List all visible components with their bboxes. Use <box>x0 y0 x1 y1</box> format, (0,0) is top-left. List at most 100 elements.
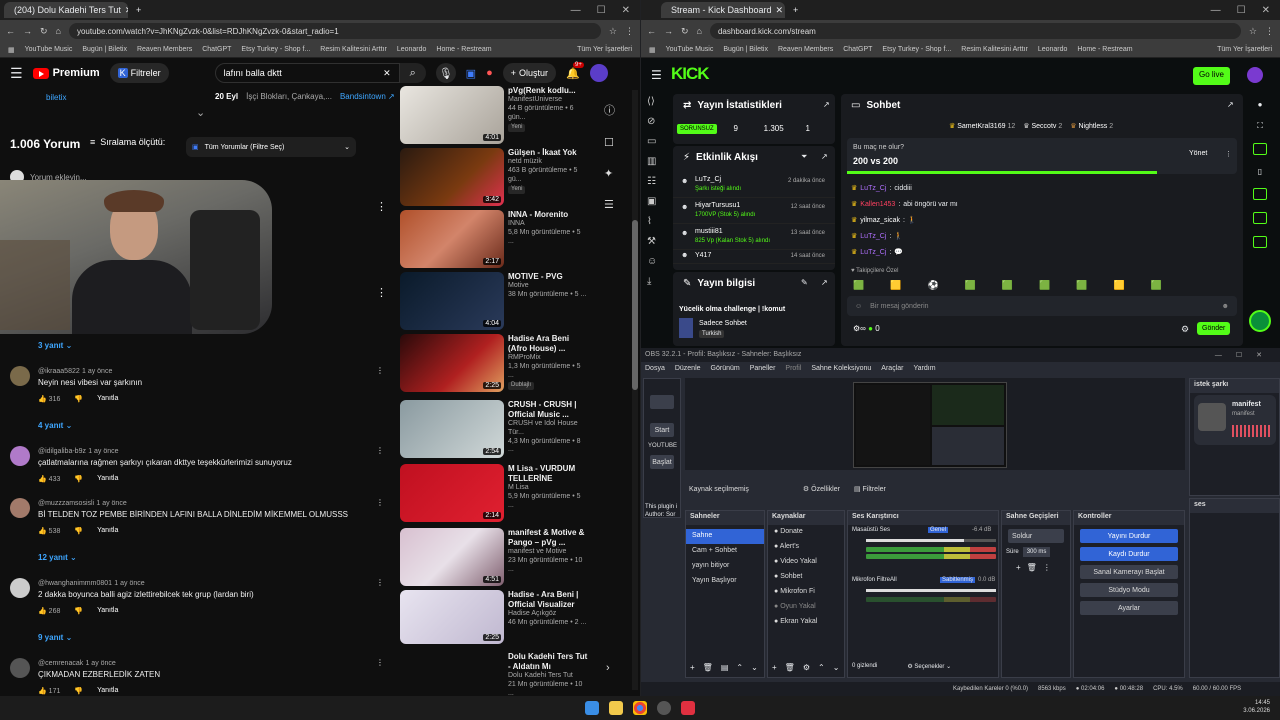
video-thumbnail[interactable]: 4:01 <box>400 86 504 144</box>
add-icon[interactable]: + <box>690 663 695 672</box>
bookmark[interactable]: ChatGPT <box>202 46 231 53</box>
more-options-icon[interactable]: ⋮ <box>376 578 384 587</box>
video-item[interactable]: 3:42 Gülşen - İkaat Yok netd müzik 463 B g… <box>400 148 596 208</box>
app-icon[interactable] <box>681 701 695 715</box>
hamburger-menu-icon[interactable]: ☰ <box>10 65 23 82</box>
video-title[interactable]: INNA - Morenito <box>508 210 588 220</box>
menu-item[interactable]: Profil <box>785 365 801 373</box>
down-icon[interactable]: ⌄ <box>751 663 758 672</box>
scrollbar-thumb[interactable] <box>632 220 638 390</box>
up-icon[interactable]: ⌃ <box>736 663 743 672</box>
video-channel[interactable]: INNA <box>508 220 588 229</box>
settings-button[interactable]: Ayarlar <box>1080 601 1178 615</box>
bookmark[interactable]: Leonardo <box>1038 46 1068 53</box>
video-item[interactable]: 2:25 Hadise Ara Beni (Afro House) ... RMP… <box>400 334 596 394</box>
comment-author[interactable]: @ikraaa5822 <box>38 368 80 375</box>
video-channel[interactable]: Dolu Kadehi Ters Tut <box>508 672 588 681</box>
search-button[interactable]: ⌕ <box>399 63 426 83</box>
close-window-icon[interactable]: ✕ <box>1262 5 1270 16</box>
video-channel[interactable]: Hadise Açıkgöz <box>508 610 588 619</box>
media-icon[interactable]: ▣ <box>647 196 657 207</box>
close-window-icon[interactable]: ✕ <box>622 5 630 16</box>
popout-icon[interactable]: ↗ <box>823 100 830 109</box>
menu-item[interactable]: Düzenle <box>675 365 701 373</box>
all-bookmarks[interactable]: Tüm Yer İşaretleri <box>577 46 632 53</box>
maximize-icon[interactable]: ☐ <box>1237 5 1246 16</box>
bookmark[interactable]: YouTube Music <box>666 46 714 53</box>
video-item[interactable]: 4:01 pVg(Renk kodlu... ManifestUniverse 44… <box>400 86 596 146</box>
source-item[interactable]: ● Donate <box>768 525 844 540</box>
bookmark[interactable]: Reaven Members <box>778 46 833 53</box>
video-channel[interactable]: M Lisa <box>508 484 588 493</box>
link-icon[interactable]: ⊘ <box>647 116 657 127</box>
plugin-field[interactable] <box>650 395 674 409</box>
panel-icon[interactable]: ▭ <box>647 136 657 147</box>
popout-icon[interactable]: ↗ <box>821 152 828 161</box>
more-options-icon[interactable]: ⋮ <box>376 366 384 375</box>
more-options-icon[interactable]: ⋮ <box>1043 563 1051 572</box>
video-item[interactable]: 2:25 Hadise - Ara Beni | Official Visual… <box>400 590 596 650</box>
panel-icon[interactable] <box>1253 212 1267 224</box>
mixer-options[interactable]: ⚙ Seçenekler ⌄ <box>907 663 951 670</box>
dislike-icon[interactable]: 👎 <box>74 395 83 403</box>
dislike-icon[interactable]: 👎 <box>74 607 83 615</box>
emote-icon[interactable]: 🟨 <box>890 280 901 291</box>
reply-button[interactable]: Yanıtla <box>97 475 118 483</box>
video-thumbnail[interactable]: 2:25 <box>400 334 504 392</box>
scrollbar[interactable] <box>632 90 638 690</box>
minimize-icon[interactable]: — <box>571 5 581 16</box>
emote-icon[interactable]: 🟩 <box>853 280 864 291</box>
dislike-icon[interactable]: 👎 <box>74 475 83 483</box>
virtual-camera-button[interactable]: Sanal Kamerayı Başlat <box>1080 565 1178 579</box>
code-icon[interactable]: ⟨⟩ <box>647 96 657 107</box>
video-item[interactable]: 4:04 MOTIVE - PVG Motive 38 Mn görüntüleme… <box>400 272 596 332</box>
video-channel[interactable]: manifest ve Motive <box>508 548 588 557</box>
emote-icon[interactable]: 🟩 <box>1039 280 1050 291</box>
chat-user[interactable]: Kallen1453 <box>860 201 895 208</box>
avatar[interactable] <box>1247 67 1263 83</box>
close-icon[interactable]: ✕ <box>125 5 128 16</box>
comment-author[interactable]: @idilgaliba-b9z <box>38 448 86 455</box>
file-explorer-icon[interactable] <box>609 701 623 715</box>
bookmark[interactable]: ChatGPT <box>843 46 872 53</box>
video-thumbnail[interactable]: 3:42 <box>400 148 504 206</box>
apps-icon[interactable]: ▦ <box>8 46 15 54</box>
bookmark[interactable]: Etsy Turkey - Shop f... <box>882 46 951 53</box>
source-item[interactable]: ● Oyun Yakal <box>768 600 844 615</box>
replies-toggle[interactable]: 12 yanıt ⌄ <box>38 553 77 562</box>
emote-icon[interactable]: 🟩 <box>965 280 976 291</box>
bookmark[interactable]: Home - Restream <box>1077 46 1132 53</box>
more-options-icon[interactable]: ⋮ <box>376 446 384 455</box>
video-title[interactable]: M Lisa - VURDUM TELLERİNE <box>508 464 588 484</box>
reply-button[interactable]: Yanıtla <box>97 607 118 615</box>
source-item[interactable]: ● Mikrofon Fi <box>768 585 844 600</box>
video-title[interactable]: MOTIVE - PVG <box>508 272 588 282</box>
like-button[interactable]: 👍 433 <box>38 475 60 483</box>
minimize-icon[interactable]: — <box>1211 5 1221 16</box>
bell-icon[interactable]: 🔔 9+ <box>566 61 584 80</box>
scene-item[interactable]: Yayın Başlıyor <box>686 574 764 589</box>
video-item[interactable]: 2:54 CRUSH - CRUSH | Official Music ... C… <box>400 400 596 460</box>
reload-icon[interactable]: ↻ <box>40 26 48 37</box>
wrench-icon[interactable]: ⚒ <box>647 236 657 247</box>
comment-filter-select[interactable]: ▣ Tüm Yorumlar (Filtre Seç) ⌄ <box>186 137 356 157</box>
chat-user[interactable]: LuTz_Cj <box>860 233 886 240</box>
emote-icon[interactable]: ⚽ <box>927 280 938 291</box>
manage-poll-button[interactable]: Yönet <box>1189 150 1207 157</box>
chat-icon[interactable]: ☐ <box>604 136 615 149</box>
video-channel[interactable]: Motive <box>508 282 588 291</box>
filters-button[interactable]: ▤ Filtreler <box>854 485 886 493</box>
emote-icon[interactable]: 🟩 <box>1076 280 1087 291</box>
mic-icon[interactable]: 🎙 <box>435 63 456 83</box>
menu-dots-icon[interactable]: ⋮ <box>1265 26 1274 37</box>
bookmark[interactable]: Bugün | Biletix <box>82 46 127 53</box>
close-icon[interactable]: ✕ <box>776 5 784 16</box>
more-options-icon[interactable]: ⋮ <box>376 286 387 299</box>
comment-author[interactable]: @cemrenacak <box>38 660 83 667</box>
emote-picker-icon[interactable]: ☺ <box>855 303 862 310</box>
filters-button[interactable]: K Filtreler <box>109 63 169 83</box>
studio-mode-button[interactable]: Stüdyo Modu <box>1080 583 1178 597</box>
up-icon[interactable]: ⌃ <box>818 663 825 672</box>
window-controls[interactable]: —☐✕ <box>1215 351 1276 359</box>
download-icon[interactable]: ⤓ <box>647 276 657 287</box>
